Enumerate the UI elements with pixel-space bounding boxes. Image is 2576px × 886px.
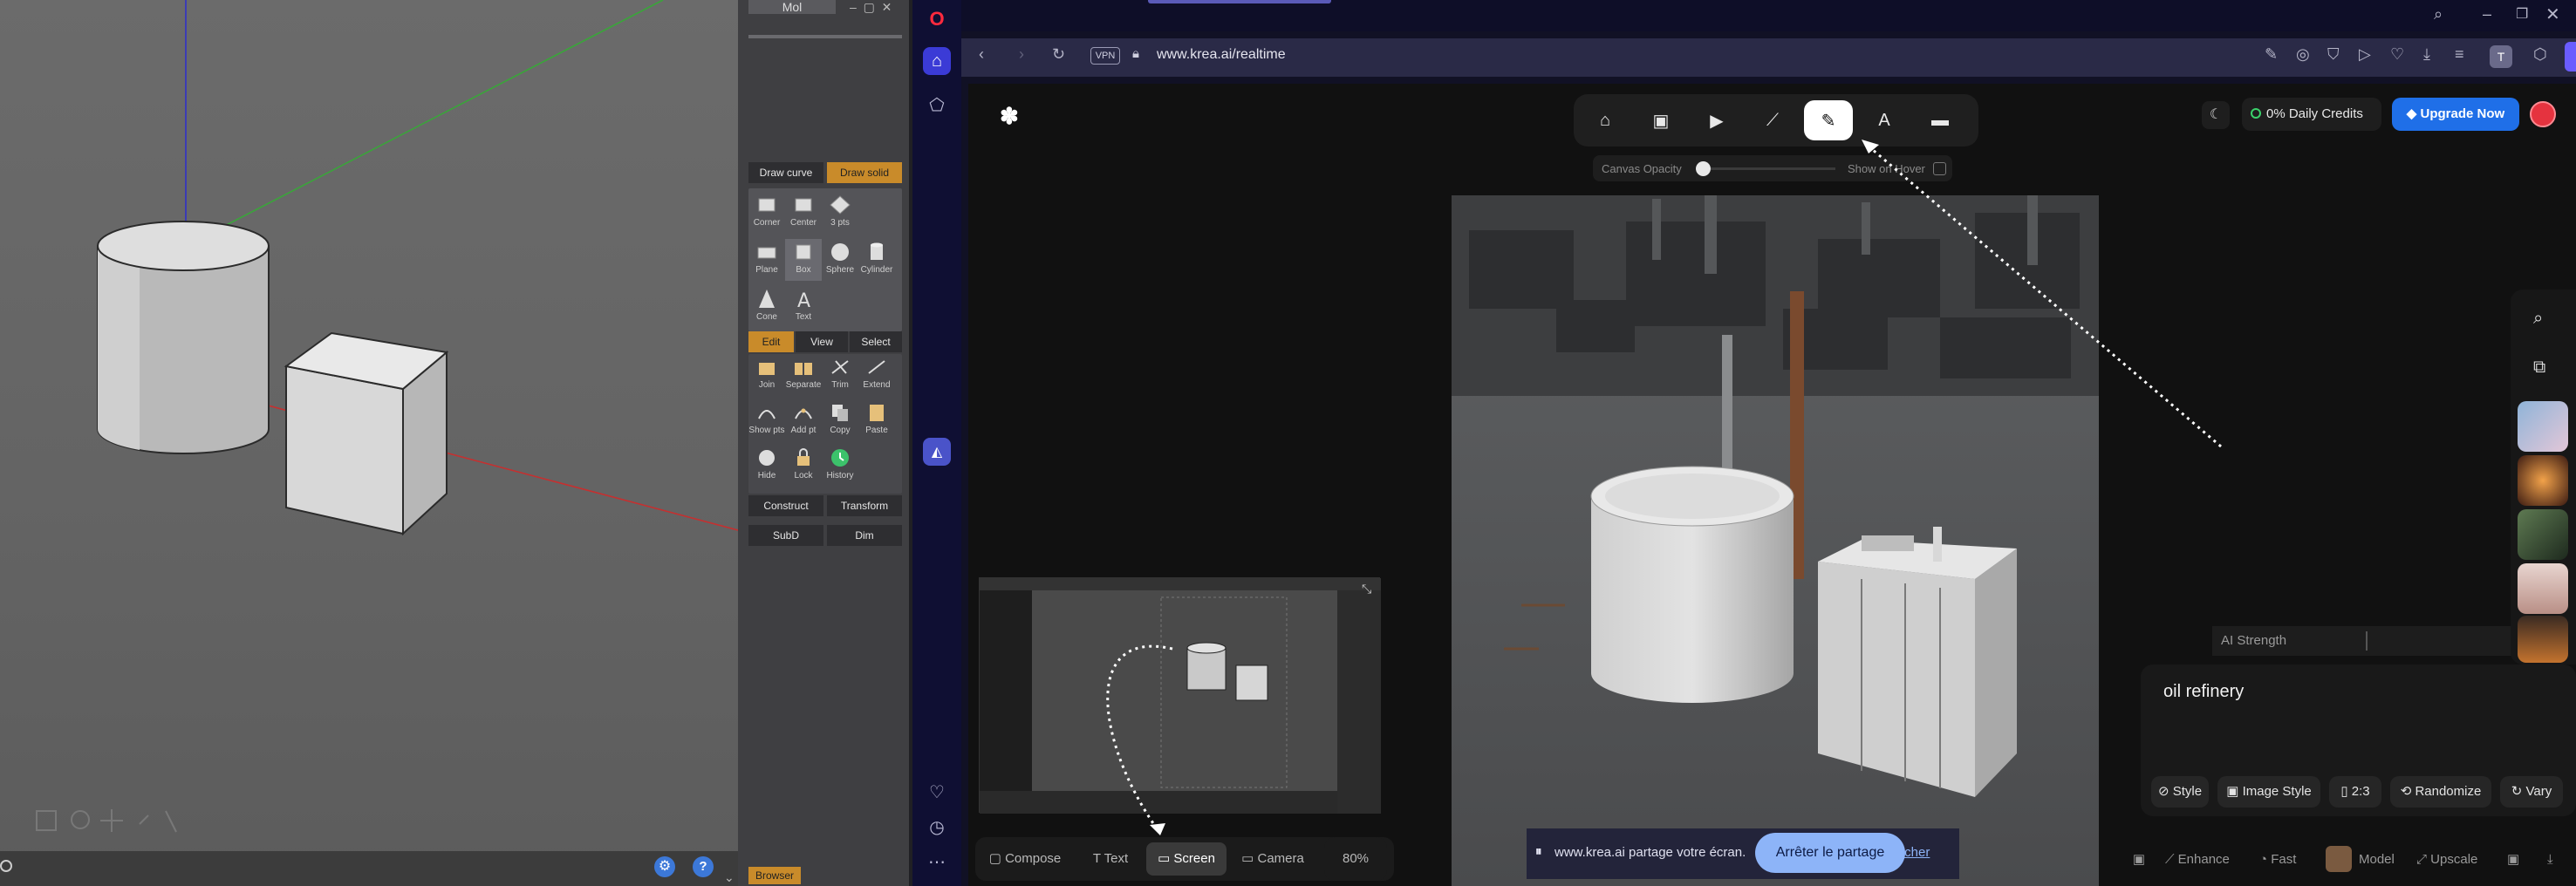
ai-strength-marker [2366,631,2368,651]
history-thumbnail[interactable] [2518,509,2568,560]
arrow-to-realtime [1866,143,2222,448]
camera-mode-button[interactable]: ▭ Camera [1232,842,1314,876]
randomize-button[interactable]: ⟲ Randomize [2390,776,2491,808]
zoom-level[interactable]: 80% [1324,837,1387,881]
history-thumbnail[interactable] [2518,616,2568,663]
stop-sharing-button[interactable]: Arrêter le partage [1755,833,1905,873]
model-thumbnail[interactable] [2326,846,2352,872]
download-icon[interactable]: ⤓ [2547,844,2553,876]
pause-icon[interactable]: ⏸ [1535,844,1542,859]
ai-strength-label: AI Strength [2221,633,2287,648]
style-button[interactable]: ⊘ Style [2151,776,2209,808]
enhance-button[interactable]: ⟋ Enhance [2165,844,2230,876]
screen-mode-button[interactable]: ▭ Screen [1146,842,1227,876]
aspect-ratio-button[interactable]: ▯ 2:3 [2329,776,2381,808]
vary-button[interactable]: ↻ Vary [2500,776,2563,808]
text-mode-button[interactable]: T Text [1078,842,1143,876]
history-thumbnail[interactable] [2518,401,2568,452]
share-text: www.krea.ai partage votre écran. [1554,845,1746,860]
image-prompt-icon[interactable]: ▣ [2128,844,2149,876]
history-thumbnail[interactable] [2518,455,2568,506]
shapes-icon[interactable]: ⧉ [2533,358,2545,378]
upscale-button[interactable]: ⤢ Upscale [2416,844,2477,876]
history-thumbnail[interactable] [2518,563,2568,614]
prompt-input[interactable]: oil refinery [2163,682,2244,702]
model-button[interactable]: Model [2359,844,2395,876]
arrow-to-screen [1106,644,1173,829]
compose-mode-button[interactable]: ▢ Compose [981,842,1069,876]
search-icon[interactable]: ⌕ [2533,309,2543,329]
save-icon[interactable]: ▣ [2507,844,2519,876]
image-style-button[interactable]: ▣ Image Style [2217,776,2320,808]
fast-button[interactable]: ◔ Fast [2259,844,2296,876]
arrow-head-screen [1150,823,1165,835]
